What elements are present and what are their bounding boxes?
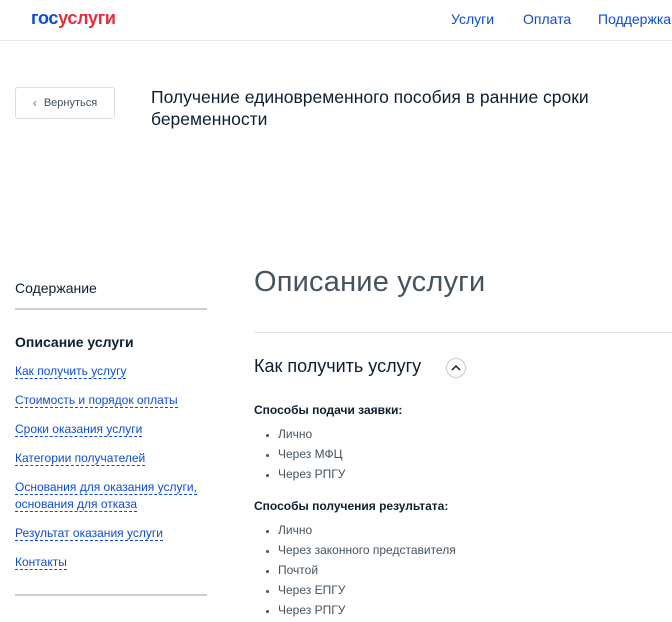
nav-link-support[interactable]: Поддержка xyxy=(598,11,671,27)
toc-link-terms[interactable]: Сроки оказания услуги xyxy=(15,421,143,438)
accordion-toggle-button[interactable] xyxy=(446,358,466,378)
accordion-title[interactable]: Как получить услугу xyxy=(254,356,421,377)
section-heading: Описание услуги xyxy=(254,266,486,298)
nav-link-services[interactable]: Услуги xyxy=(451,11,494,27)
list-item: Почтой xyxy=(278,560,456,580)
result-methods-list: Лично Через законного представителя Почт… xyxy=(262,520,456,620)
toc-divider-top xyxy=(15,308,207,310)
chevron-up-icon xyxy=(451,364,461,371)
result-methods-title: Способы получения результата: xyxy=(254,499,449,513)
toc-link-recipients[interactable]: Категории получателей xyxy=(15,450,146,467)
service-title: Получение единовременного пособия в ранн… xyxy=(151,87,589,129)
toc-link-grounds[interactable]: Основания для оказания услуги, основания… xyxy=(15,479,207,513)
list-item: Лично xyxy=(278,424,345,444)
chevron-left-icon: ‹ xyxy=(32,96,37,110)
gosuslugi-logo[interactable]: госуслуги xyxy=(31,8,116,29)
list-item: Через РПГУ xyxy=(278,464,345,484)
submission-methods-list: Лично Через МФЦ Через РПГУ xyxy=(262,424,345,484)
toc-link-contacts[interactable]: Контакты xyxy=(15,554,67,571)
toc-link-cost[interactable]: Стоимость и порядок оплаты xyxy=(15,392,178,409)
list-item: Через законного представителя xyxy=(278,540,456,560)
list-item: Через МФЦ xyxy=(278,444,345,464)
toc-link-how-to-get[interactable]: Как получить услугу xyxy=(15,363,127,380)
toc-current-item: Описание услуги xyxy=(15,334,134,350)
toc-divider-bottom xyxy=(15,594,207,596)
section-divider xyxy=(254,332,672,333)
toc-link-result[interactable]: Результат оказания услуги xyxy=(15,525,163,542)
list-item: Лично xyxy=(278,520,456,540)
nav-link-payment[interactable]: Оплата xyxy=(523,11,571,27)
list-item: Через ЕПГУ xyxy=(278,580,456,600)
top-header: госуслуги Услуги Оплата Поддержка xyxy=(0,0,672,41)
list-item: Через РПГУ xyxy=(278,600,456,620)
submission-methods-title: Способы подачи заявки: xyxy=(254,403,403,417)
back-button[interactable]: ‹ Вернуться xyxy=(15,87,115,119)
back-button-label: Вернуться xyxy=(43,97,98,109)
toc-title: Содержание xyxy=(15,280,97,296)
